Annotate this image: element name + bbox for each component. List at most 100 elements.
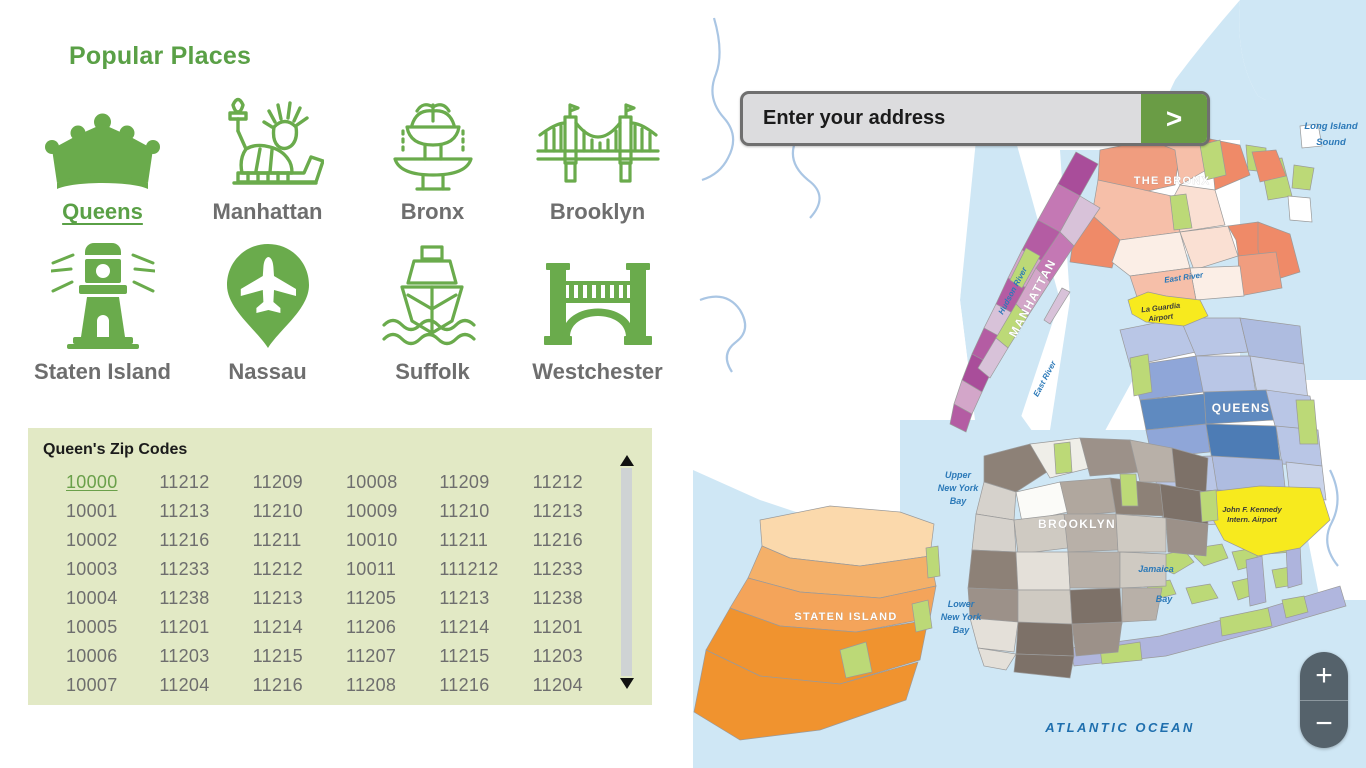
place-item-brooklyn[interactable]: Brooklyn	[515, 78, 680, 225]
zip-code-link[interactable]: 11213	[439, 584, 532, 613]
map-label-jamaica: Jamaica	[1138, 564, 1174, 574]
zip-code-link[interactable]: 11211	[253, 526, 346, 555]
place-label: Brooklyn	[549, 199, 646, 224]
lighthouse-icon	[28, 235, 178, 351]
place-label: Nassau	[228, 359, 307, 384]
place-item-westchester[interactable]: Westchester	[515, 225, 680, 385]
place-item-manhattan[interactable]: Manhattan	[185, 78, 350, 225]
zip-code-link[interactable]: 10008	[346, 468, 439, 497]
map-label-jfk-1: John F. Kennedy	[1222, 505, 1282, 514]
zip-code-link[interactable]: 11212	[533, 468, 626, 497]
zip-code-link[interactable]: 11203	[533, 642, 626, 671]
zip-code-link[interactable]: 10000	[66, 468, 159, 497]
search-submit-button[interactable]: >	[1141, 94, 1207, 143]
places-grid: Queens Manhattan Bronx Brooklyn Staten I…	[20, 78, 680, 385]
place-label: Suffolk	[395, 359, 470, 384]
zip-code-link[interactable]: 10006	[66, 642, 159, 671]
zip-code-link[interactable]: 11233	[159, 555, 252, 584]
zip-code-link[interactable]: 11214	[439, 613, 532, 642]
zip-code-link[interactable]: 11215	[253, 642, 346, 671]
place-item-bronx[interactable]: Bronx	[350, 78, 515, 225]
place-item-queens[interactable]: Queens	[20, 78, 185, 225]
zip-code-link[interactable]: 11216	[439, 671, 532, 700]
zip-code-link[interactable]: 10005	[66, 613, 159, 642]
arch-bridge-icon	[523, 235, 673, 351]
zip-code-link[interactable]: 10011	[346, 555, 439, 584]
zip-code-link[interactable]: 11206	[346, 613, 439, 642]
zip-code-link[interactable]: 11204	[533, 671, 626, 700]
zip-code-link[interactable]: 11208	[346, 671, 439, 700]
map-label-long-island-sound-1: Long Island	[1304, 121, 1358, 132]
map-panel[interactable]: THE BRONX MANHATTAN QUEENS BROOKLYN STAT…	[693, 0, 1366, 768]
map-label-jfk-2: Intern. Airport	[1227, 515, 1277, 524]
zip-code-link[interactable]: 111212	[439, 555, 532, 584]
zip-code-link[interactable]: 10007	[66, 671, 159, 700]
zip-code-link[interactable]: 10009	[346, 497, 439, 526]
place-item-suffolk[interactable]: Suffolk	[350, 225, 515, 385]
place-item-staten-island[interactable]: Staten Island	[20, 225, 185, 385]
zip-code-link[interactable]: 10003	[66, 555, 159, 584]
statue-of-liberty-icon	[193, 87, 343, 191]
zip-codes-scrollbar[interactable]	[618, 455, 635, 689]
zip-code-link[interactable]: 11216	[253, 671, 346, 700]
place-label: Bronx	[400, 199, 465, 224]
fountain-icon	[358, 87, 508, 191]
triangle-down-icon[interactable]	[620, 678, 634, 689]
zoom-in-button[interactable]: +	[1300, 652, 1348, 700]
map-label-lower-new-york-bay-3: Bay	[953, 625, 971, 635]
zip-code-link[interactable]: 11213	[253, 584, 346, 613]
zip-code-link[interactable]: 11216	[533, 526, 626, 555]
zip-code-link[interactable]: 11209	[439, 468, 532, 497]
map-label-queens: QUEENS	[1212, 401, 1270, 415]
zip-code-link[interactable]: 11213	[159, 497, 252, 526]
zip-code-link[interactable]: 11233	[533, 555, 626, 584]
search-input[interactable]	[743, 94, 1141, 143]
app-root: Popular Places Queens Manhattan Bronx Br…	[0, 0, 1366, 768]
zip-code-link[interactable]: 10001	[66, 497, 159, 526]
zip-code-link[interactable]: 11201	[533, 613, 626, 642]
map-label-lower-new-york-bay-2: New York	[941, 612, 983, 622]
zip-code-link[interactable]: 11212	[159, 468, 252, 497]
zip-code-link[interactable]: 11211	[439, 526, 532, 555]
zip-code-link[interactable]: 11210	[253, 497, 346, 526]
zoom-out-button[interactable]: −	[1300, 701, 1348, 749]
zip-code-link[interactable]: 10002	[66, 526, 159, 555]
place-item-nassau[interactable]: Nassau	[185, 225, 350, 385]
zip-code-link[interactable]: 11238	[159, 584, 252, 613]
crown-icon	[28, 87, 178, 191]
map-label-brooklyn: BROOKLYN	[1038, 517, 1116, 531]
zip-code-link[interactable]: 10010	[346, 526, 439, 555]
zip-code-link[interactable]: 11213	[533, 497, 626, 526]
zip-code-link[interactable]: 11238	[533, 584, 626, 613]
zip-code-link[interactable]: 11203	[159, 642, 252, 671]
airplane-pin-icon	[193, 235, 343, 351]
zip-codes-grid: 10000 11212 11209 10008 11209 11212 1000…	[66, 468, 626, 700]
map-label-long-island-sound-2: Sound	[1316, 137, 1346, 148]
zip-code-link[interactable]: 11201	[159, 613, 252, 642]
scrollbar-track[interactable]	[621, 468, 632, 676]
map-label-bronx: THE BRONX	[1134, 175, 1210, 187]
place-label: Manhattan	[212, 199, 323, 224]
map-label-upper-new-york-bay-3: Bay	[950, 496, 968, 506]
zip-code-link[interactable]: 11207	[346, 642, 439, 671]
map-label-upper-new-york-bay-1: Upper	[945, 470, 972, 480]
zip-code-link[interactable]: 11210	[439, 497, 532, 526]
zip-code-link[interactable]: 11212	[253, 555, 346, 584]
popular-places-panel: Popular Places Queens Manhattan Bronx Br…	[0, 0, 693, 768]
zip-code-link[interactable]: 11216	[159, 526, 252, 555]
map-label-upper-new-york-bay-2: New York	[938, 483, 980, 493]
place-label: Queens	[62, 199, 143, 224]
zip-codes-title: Queen's Zip Codes	[43, 441, 188, 458]
zip-code-link[interactable]: 11209	[253, 468, 346, 497]
triangle-up-icon[interactable]	[620, 455, 634, 466]
page-title: Popular Places	[69, 42, 252, 70]
zip-code-link[interactable]: 11215	[439, 642, 532, 671]
zip-code-link[interactable]: 11204	[159, 671, 252, 700]
zip-code-link[interactable]: 11214	[253, 613, 346, 642]
chevron-right-icon: >	[1165, 102, 1183, 134]
place-label: Staten Island	[34, 359, 171, 384]
address-search-bar[interactable]: >	[740, 91, 1210, 146]
zip-code-link[interactable]: 10004	[66, 584, 159, 613]
map-zoom-controls[interactable]: + −	[1300, 652, 1348, 748]
zip-code-link[interactable]: 11205	[346, 584, 439, 613]
